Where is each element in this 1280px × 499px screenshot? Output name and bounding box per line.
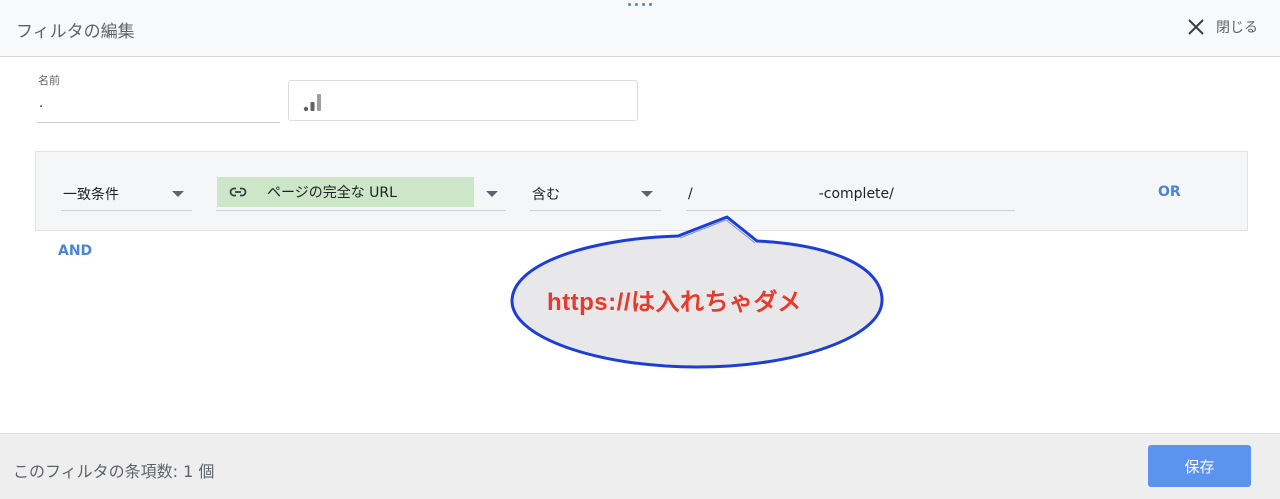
clause-count: このフィルタの条項数: 1 個 <box>13 462 215 481</box>
drag-dot <box>628 3 631 6</box>
close-button[interactable]: 閉じる <box>1186 17 1258 37</box>
caret-down-icon <box>641 191 653 197</box>
dialog-title: フィルタの編集 <box>16 22 135 42</box>
condition-value-input[interactable]: / -complete/ <box>686 177 1015 211</box>
dimension-chip[interactable]: ページの完全な URL <box>217 177 474 207</box>
and-button[interactable]: AND <box>58 243 92 259</box>
caret-down-icon <box>172 191 184 197</box>
save-button[interactable]: 保存 <box>1148 445 1251 487</box>
data-source-field[interactable] <box>288 80 638 121</box>
annotation-text: https://は入れちゃダメ <box>547 289 802 316</box>
signal-bars-icon <box>303 94 321 112</box>
operator-dropdown[interactable]: 含む <box>530 177 661 211</box>
link-icon <box>229 187 247 197</box>
close-icon <box>1188 19 1204 35</box>
close-label: 閉じる <box>1216 20 1258 36</box>
or-button[interactable]: OR <box>1158 184 1181 200</box>
drag-dot <box>649 3 652 6</box>
name-label: 名前 <box>38 74 60 87</box>
caret-down-icon <box>486 191 498 197</box>
operator-value: 含む <box>532 186 560 203</box>
value-suffix: -complete/ <box>818 185 894 202</box>
drag-dot <box>642 3 645 6</box>
drag-handle-dots[interactable] <box>628 3 654 9</box>
match-type-value: 一致条件 <box>63 186 119 203</box>
value-prefix: / <box>688 185 693 202</box>
drag-dot <box>635 3 638 6</box>
dialog-footer: このフィルタの条項数: 1 個 保存 <box>0 433 1280 499</box>
dimension-label: ページの完全な URL <box>267 185 397 201</box>
name-input[interactable]: . <box>37 92 280 123</box>
dimension-dropdown[interactable]: ページの完全な URL <box>216 177 506 211</box>
match-type-dropdown[interactable]: 一致条件 <box>61 177 192 211</box>
